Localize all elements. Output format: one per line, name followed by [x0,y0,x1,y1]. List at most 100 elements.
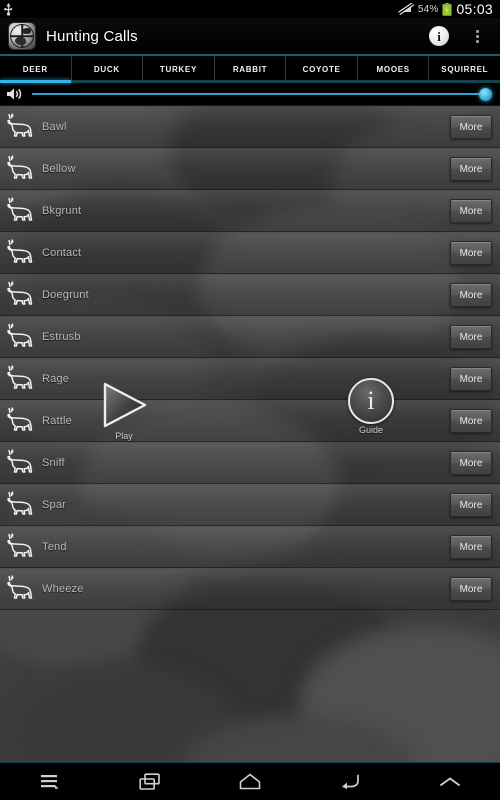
tab-label: RABBIT [232,65,268,74]
deer-icon [2,401,40,441]
more-button[interactable]: More [450,451,492,475]
deer-icon [2,569,40,609]
volume-slider-track [32,93,492,95]
tab-label: SQUIRREL [441,65,489,74]
guide-button[interactable]: i Guide [348,378,394,435]
tab-label: COYOTE [302,65,341,74]
back-icon [339,774,361,790]
tab-label: TURKEY [159,65,197,74]
content-area: Bawl More Bellow More Bkgrunt More Conta… [0,106,500,788]
table-row[interactable]: Contact More [0,232,500,274]
call-name: Doegrunt [42,289,89,301]
call-name: Sniff [42,457,65,469]
info-icon: i [429,26,449,46]
more-button[interactable]: More [450,409,492,433]
guide-label: Guide [358,425,384,435]
volume-speaker-icon[interactable] [6,87,24,101]
signal-muted-icon [397,1,415,16]
tab-coyote[interactable]: COYOTE [286,56,358,83]
recents-icon [139,772,161,791]
status-bar-left [4,2,13,16]
status-bar-clock: 05:03 [456,1,493,17]
call-name: Estrusb [42,331,81,343]
play-triangle-icon [98,380,150,430]
deer-icon [2,107,40,147]
table-row[interactable]: Bawl More [0,106,500,148]
deer-icon [2,317,40,357]
play-button[interactable]: Play [98,380,150,441]
table-row[interactable]: Doegrunt More [0,274,500,316]
play-label: Play [115,431,133,441]
more-button[interactable]: More [450,493,492,517]
table-row[interactable]: Wheeze More [0,568,500,610]
menu-button[interactable] [0,763,100,800]
tab-bar: DEER DUCK TURKEY RABBIT COYOTE MOOES SQU… [0,56,500,83]
tab-rabbit[interactable]: RABBIT [214,56,287,83]
tab-label: MOOES [376,65,410,74]
tab-deer[interactable]: DEER [0,56,72,83]
more-button[interactable]: More [450,241,492,265]
more-button[interactable]: More [450,157,492,181]
call-name: Rage [42,373,70,385]
action-bar-actions: i [422,17,494,55]
table-row[interactable]: Tend More [0,526,500,568]
call-name: Contact [42,247,82,259]
table-row[interactable]: Rattle More [0,400,500,442]
call-name: Rattle [42,415,72,427]
deer-icon [2,191,40,231]
volume-slider-thumb[interactable] [479,87,492,101]
call-name: Wheeze [42,583,84,595]
more-button[interactable]: More [450,199,492,223]
deer-icon [2,275,40,315]
table-row[interactable]: Spar More [0,484,500,526]
info-circle-icon: i [348,378,394,424]
overflow-menu-button[interactable] [460,17,494,55]
action-bar: Hunting Calls i [0,18,500,56]
table-row[interactable]: Estrusb More [0,316,500,358]
tab-duck[interactable]: DUCK [71,56,144,83]
call-name: Bkgrunt [42,205,82,217]
table-row[interactable]: Sniff More [0,442,500,484]
volume-row [0,83,500,106]
table-row[interactable]: Bellow More [0,148,500,190]
app-title: Hunting Calls [46,27,138,45]
home-icon [239,773,261,790]
call-list: Bawl More Bellow More Bkgrunt More Conta… [0,106,500,610]
battery-charging-icon [442,2,453,16]
more-button[interactable]: More [450,115,492,139]
deer-icon [2,527,40,567]
status-bar: 54% 05:03 [0,0,500,18]
usb-icon [4,2,13,16]
overflow-menu-icon [475,29,479,43]
app-root: 54% 05:03 Hunting Calls i DEER DUCK TURK… [0,0,500,800]
call-name: Bellow [42,163,76,175]
tab-label: DEER [22,65,48,74]
recents-button[interactable] [100,763,200,800]
table-row[interactable]: Rage More [0,358,500,400]
more-button[interactable]: More [450,325,492,349]
chevron-up-icon [439,776,461,788]
deer-icon [2,359,40,399]
more-button[interactable]: More [450,367,492,391]
tab-squirrel[interactable]: SQUIRREL [429,56,500,83]
back-button[interactable] [300,763,400,800]
tab-label: DUCK [93,65,120,74]
volume-slider[interactable] [32,87,492,101]
hunting-calls-app-icon [8,22,36,50]
call-name: Bawl [42,121,67,133]
deer-icon [2,233,40,273]
more-button[interactable]: More [450,283,492,307]
more-button[interactable]: More [450,577,492,601]
home-button[interactable] [200,763,300,800]
info-button[interactable]: i [422,17,456,55]
menu-icon [40,774,60,790]
call-name: Tend [42,541,67,553]
battery-percent-label: 54% [417,3,439,15]
table-row[interactable]: Bkgrunt More [0,190,500,232]
deer-icon [2,443,40,483]
tab-turkey[interactable]: TURKEY [143,56,215,83]
deer-icon [2,485,40,525]
tab-mooes[interactable]: MOOES [357,56,430,83]
more-button[interactable]: More [450,535,492,559]
expand-button[interactable] [400,763,500,800]
